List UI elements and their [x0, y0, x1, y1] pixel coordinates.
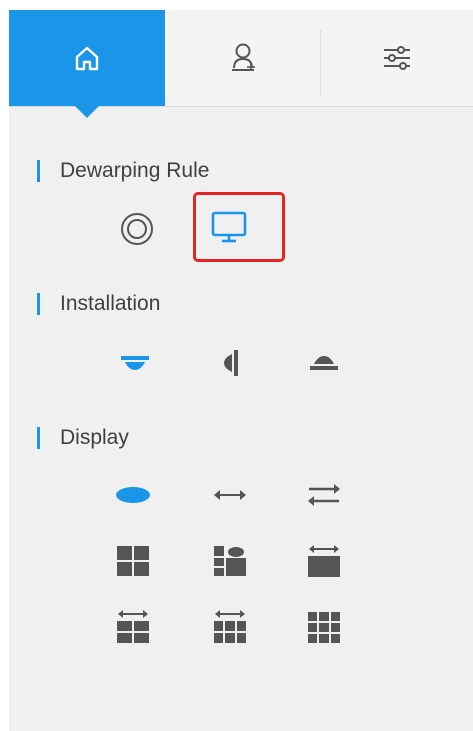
wall-mount-icon [224, 350, 238, 376]
display-grid-1p3-button[interactable] [108, 539, 158, 583]
section-installation: Installation [37, 289, 160, 319]
monitor-icon [211, 211, 247, 243]
panorama-plus-8-icon [214, 610, 246, 643]
display-panorama-plus-view-button[interactable] [299, 539, 349, 583]
ground-mount-icon [310, 356, 338, 370]
panorama-180-icon [214, 490, 246, 500]
fisheye-circle-icon [121, 213, 153, 245]
display-grid-1p3-alt-button[interactable] [205, 539, 255, 583]
section-accent-bar [37, 427, 40, 449]
section-accent-bar [37, 293, 40, 315]
section-label: Dewarping Rule [60, 159, 210, 182]
dewarp-fisheye-button[interactable] [112, 207, 162, 251]
grid-1p3-alt-icon [214, 546, 246, 576]
panorama-plus-4-icon [117, 610, 149, 643]
section-label: Display [60, 426, 129, 449]
person-add-icon [232, 43, 255, 71]
panorama-plus-view-icon [308, 545, 340, 577]
display-ellipse-button[interactable] [108, 473, 158, 517]
tab-bar [9, 10, 473, 118]
dewarp-monitor-button[interactable] [204, 205, 254, 249]
section-display: Display [37, 423, 129, 453]
section-accent-bar [37, 160, 40, 182]
ellipse-view-icon [116, 487, 150, 503]
tab-home[interactable] [9, 10, 165, 118]
panorama-360-double-icon [308, 484, 340, 506]
section-dewarping-rule: Dewarping Rule [37, 156, 209, 186]
settings-sliders-icon [384, 46, 410, 70]
display-panorama-360-button[interactable] [299, 473, 349, 517]
grid-9-icon [308, 612, 340, 643]
display-grid-9-button[interactable] [299, 605, 349, 649]
install-ground-button[interactable] [299, 341, 349, 385]
home-icon [75, 46, 99, 71]
display-panorama-plus-8-button[interactable] [205, 605, 255, 649]
install-wall-button[interactable] [206, 341, 256, 385]
grid-1p3-icon [117, 546, 149, 576]
tab-settings[interactable] [321, 10, 473, 106]
ceiling-mount-icon [121, 356, 149, 370]
tab-person[interactable] [165, 10, 321, 106]
display-panorama-180-button[interactable] [205, 473, 255, 517]
install-ceiling-button[interactable] [110, 341, 160, 385]
display-panorama-plus-4-button[interactable] [108, 605, 158, 649]
dewarp-panel: Dewarping Rule Installation Display [9, 10, 473, 731]
section-label: Installation [60, 292, 161, 315]
